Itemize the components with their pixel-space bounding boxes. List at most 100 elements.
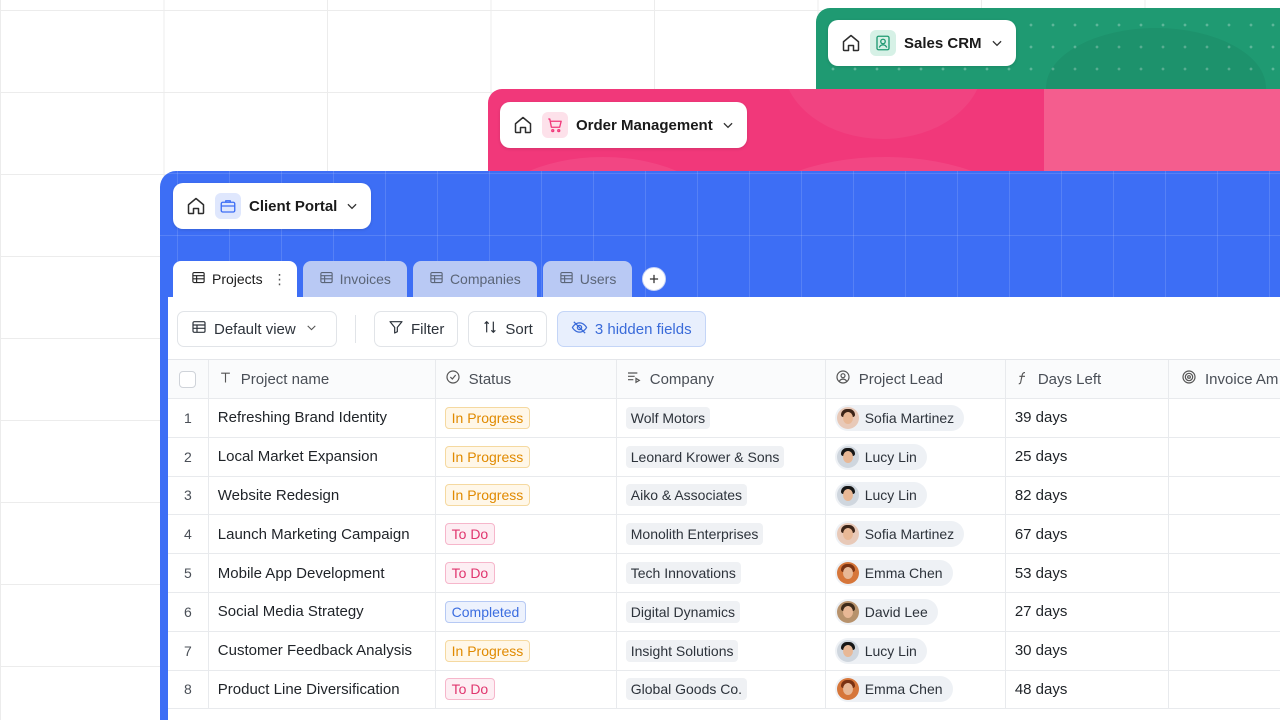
project-lead-cell[interactable]: Lucy Lin <box>826 476 1006 515</box>
table-row[interactable]: 6 Social Media Strategy Completed Digita… <box>168 592 1280 632</box>
company-cell[interactable]: Insight Solutions <box>617 631 826 670</box>
days-left-cell[interactable]: 48 days <box>1006 670 1170 709</box>
tab-invoices[interactable]: Invoices <box>302 261 407 297</box>
user-chip: Emma Chen <box>834 560 953 587</box>
row-number[interactable]: 4 <box>168 515 209 554</box>
hidden-fields-label: 3 hidden fields <box>594 320 692 338</box>
table-row[interactable]: 7 Customer Feedback Analysis In Progress… <box>168 631 1280 671</box>
days-left-cell[interactable]: 82 days <box>1006 476 1170 515</box>
user-chip: Lucy Lin <box>834 637 927 664</box>
column-header-days-left[interactable]: Days Left <box>1006 360 1170 398</box>
column-header-invoice-amount[interactable]: Invoice Am <box>1169 360 1280 398</box>
project-lead-cell[interactable]: David Lee <box>826 592 1006 631</box>
user-name: Lucy Lin <box>864 487 917 504</box>
days-left-cell[interactable]: 25 days <box>1006 437 1170 476</box>
status-cell[interactable]: To Do <box>436 515 617 554</box>
tab-users[interactable]: Users <box>542 261 633 297</box>
project-lead-cell[interactable]: Lucy Lin <box>826 631 1006 670</box>
project-name-cell[interactable]: Refreshing Brand Identity <box>209 399 436 437</box>
company-chip: Wolf Motors <box>625 406 711 429</box>
company-cell[interactable]: Digital Dynamics <box>617 592 826 631</box>
row-number[interactable]: 2 <box>168 437 209 476</box>
project-name-cell[interactable]: Customer Feedback Analysis <box>209 631 436 670</box>
table-row[interactable]: 8 Product Line Diversification To Do Glo… <box>168 670 1280 710</box>
invoice-amount-cell[interactable]: $12,( <box>1169 554 1280 592</box>
column-header-project-lead[interactable]: Project Lead <box>826 360 1006 398</box>
company-cell[interactable]: Wolf Motors <box>617 399 826 437</box>
project-name-cell[interactable]: Product Line Diversification <box>209 670 436 709</box>
row-number[interactable]: 8 <box>168 670 209 709</box>
status-cell[interactable]: In Progress <box>436 476 617 515</box>
filter-label: Filter <box>411 320 445 338</box>
more-options-icon[interactable]: ⋮ <box>273 271 287 288</box>
hidden-fields-button[interactable]: 3 hidden fields <box>556 311 706 347</box>
project-lead-cell[interactable]: Sofia Martinez <box>826 399 1006 437</box>
row-number[interactable]: 3 <box>168 476 209 515</box>
status-cell[interactable]: To Do <box>436 554 617 592</box>
select-all-cell[interactable] <box>168 360 209 398</box>
invoice-amount-cell[interactable]: $25,( <box>1169 477 1280 515</box>
status-badge: Completed <box>444 600 527 623</box>
company-cell[interactable]: Tech Innovations <box>617 554 826 592</box>
invoice-amount-cell[interactable]: $15,( <box>1169 399 1280 437</box>
tab-label: Companies <box>449 271 521 287</box>
company-cell[interactable]: Monolith Enterprises <box>617 515 826 554</box>
project-lead-cell[interactable]: Emma Chen <box>826 554 1006 592</box>
project-lead-cell[interactable]: Sofia Martinez <box>826 515 1006 554</box>
table-row[interactable]: 2 Local Market Expansion In Progress Leo… <box>168 437 1280 477</box>
invoice-amount-cell[interactable]: $5,( <box>1169 593 1280 631</box>
status-cell[interactable]: To Do <box>436 670 617 709</box>
project-name-cell[interactable]: Social Media Strategy <box>209 592 436 631</box>
row-number[interactable]: 5 <box>168 554 209 592</box>
days-left-cell[interactable]: 39 days <box>1006 399 1170 437</box>
project-name-cell[interactable]: Mobile App Development <box>209 554 436 592</box>
company-cell[interactable]: Leonard Krower & Sons <box>617 437 826 476</box>
status-cell[interactable]: In Progress <box>436 399 617 437</box>
days-left-cell[interactable]: 53 days <box>1006 554 1170 592</box>
view-selector[interactable]: Default view <box>177 311 337 347</box>
table-row[interactable]: 1 Refreshing Brand Identity In Progress … <box>168 399 1280 438</box>
invoice-amount-cell[interactable]: $10,( <box>1169 671 1280 709</box>
invoice-amount-cell[interactable]: $30,( <box>1169 438 1280 476</box>
table-row[interactable]: 4 Launch Marketing Campaign To Do Monoli… <box>168 515 1280 555</box>
company-cell[interactable]: Aiko & Associates <box>617 476 826 515</box>
invoice-amount-cell[interactable]: $22,( <box>1169 632 1280 670</box>
select-all-checkbox[interactable] <box>179 370 197 388</box>
workspace-switcher-order[interactable]: Order Management <box>500 102 747 148</box>
project-lead-cell[interactable]: Emma Chen <box>826 670 1006 709</box>
user-chip: Lucy Lin <box>834 443 927 470</box>
column-header-status[interactable]: Status <box>436 360 617 398</box>
column-header-project-name[interactable]: Project name <box>209 360 436 398</box>
days-left-cell[interactable]: 67 days <box>1006 515 1170 554</box>
home-icon[interactable] <box>840 32 862 54</box>
column-header-company[interactable]: Company <box>617 360 826 398</box>
project-name-cell[interactable]: Local Market Expansion <box>209 437 436 476</box>
status-cell[interactable]: In Progress <box>436 437 617 476</box>
table-row[interactable]: 3 Website Redesign In Progress Aiko & As… <box>168 476 1280 516</box>
days-left-cell[interactable]: 30 days <box>1006 631 1170 670</box>
company-cell[interactable]: Global Goods Co. <box>617 670 826 709</box>
column-label: Project name <box>240 370 330 388</box>
project-name-cell[interactable]: Launch Marketing Campaign <box>209 515 436 554</box>
invoice-amount-cell[interactable]: $18,( <box>1169 515 1280 553</box>
tab-projects[interactable]: Projects ⋮ <box>173 261 297 297</box>
project-name-cell[interactable]: Website Redesign <box>209 476 436 515</box>
workspace-switcher-crm[interactable]: Sales CRM <box>828 20 1016 66</box>
add-tab-button[interactable] <box>642 267 667 291</box>
filter-button[interactable]: Filter <box>374 311 459 347</box>
days-left-cell[interactable]: 27 days <box>1006 592 1170 631</box>
home-icon[interactable] <box>185 195 207 217</box>
row-number[interactable]: 6 <box>168 592 209 631</box>
row-number[interactable]: 1 <box>168 399 209 437</box>
sort-button[interactable]: Sort <box>468 311 547 347</box>
status-cell[interactable]: In Progress <box>436 631 617 670</box>
eye-off-icon <box>571 319 588 340</box>
project-lead-cell[interactable]: Lucy Lin <box>826 437 1006 476</box>
tab-companies[interactable]: Companies <box>412 261 537 297</box>
table-row[interactable]: 5 Mobile App Development To Do Tech Inno… <box>168 554 1280 593</box>
row-number[interactable]: 7 <box>168 631 209 670</box>
column-label: Days Left <box>1037 370 1102 388</box>
workspace-switcher-client[interactable]: Client Portal <box>173 183 372 229</box>
status-cell[interactable]: Completed <box>436 592 617 631</box>
home-icon[interactable] <box>512 114 534 136</box>
